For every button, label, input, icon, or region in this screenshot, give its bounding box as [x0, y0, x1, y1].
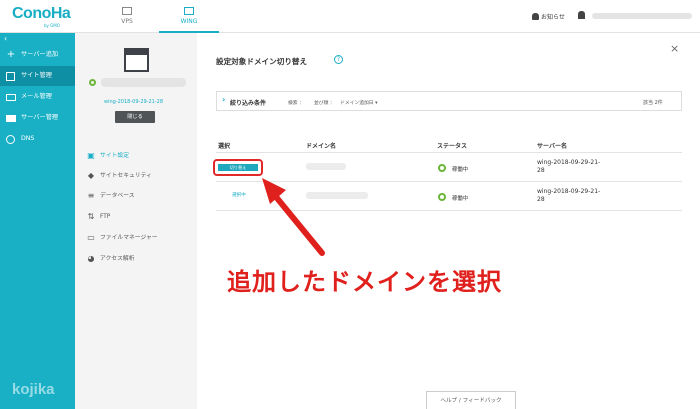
- notice-button[interactable]: お知らせ: [532, 12, 565, 21]
- user-name-redacted: [592, 13, 692, 19]
- table-divider: [216, 152, 682, 153]
- column-header-domain: ドメイン名: [306, 143, 337, 150]
- sidebar-item-label: DNS: [21, 135, 35, 142]
- menu-access-analytics[interactable]: ◕ アクセス解析: [87, 253, 135, 265]
- sidebar-item-dns[interactable]: DNS: [0, 129, 75, 149]
- server-name-cell: wing-2018-09-29-21-28: [537, 188, 601, 203]
- pie-chart-icon: ◕: [87, 254, 95, 263]
- database-icon: ≡: [87, 191, 95, 200]
- sidebar: ‹ + サーバー追加 サイト管理 メール管理 サーバー管理 DNS kojika: [0, 33, 75, 409]
- menu-file-manager[interactable]: ▭ ファイルマネージャー: [87, 232, 158, 244]
- bell-icon: [532, 13, 539, 20]
- server-icon: [6, 115, 16, 122]
- watermark: kojika: [12, 381, 55, 398]
- domain-name-redacted: [306, 192, 368, 199]
- sidebar-item-mail[interactable]: メール管理: [0, 87, 75, 107]
- column-header-select: 選択: [218, 143, 231, 150]
- sort-select[interactable]: ドメイン追加日 ▾: [340, 99, 378, 106]
- status-text: 稼働中: [452, 196, 469, 202]
- sidebar-item-label: サーバー管理: [21, 114, 59, 121]
- folder-icon: ▭: [87, 233, 95, 242]
- wing-icon: [184, 7, 194, 15]
- user-icon: [578, 11, 585, 19]
- transfer-icon: ⇅: [87, 212, 95, 221]
- column-header-status: ステータス: [437, 143, 468, 150]
- menu-site-settings[interactable]: ▣ サイト設定: [87, 150, 129, 162]
- notice-label: お知らせ: [541, 14, 565, 21]
- close-icon[interactable]: ×: [670, 42, 679, 55]
- site-thumbnail: [124, 48, 149, 72]
- site-name-redacted: [101, 78, 186, 87]
- sidebar-item-add-server[interactable]: + サーバー追加: [0, 45, 75, 65]
- settings-icon: ▣: [87, 151, 95, 160]
- site-icon: [6, 72, 15, 81]
- user-menu[interactable]: [578, 11, 694, 21]
- mail-icon: [6, 94, 16, 101]
- top-bar: ConoHa by GMO VPS WING お知らせ: [0, 0, 700, 33]
- annotation-text: 追加したドメインを選択: [227, 268, 502, 296]
- site-status-icon: [89, 79, 96, 86]
- plus-icon: +: [6, 49, 16, 60]
- sidebar-item-site[interactable]: サイト管理: [0, 66, 75, 86]
- sidebar-item-label: メール管理: [21, 93, 52, 100]
- menu-database[interactable]: ≡ データベース: [87, 190, 135, 202]
- sidebar-item-label: サイト管理: [21, 72, 52, 79]
- switch-button-label: 切り替え: [218, 164, 258, 171]
- filter-label: 絞り込み条件: [230, 100, 267, 107]
- menu-label: FTP: [100, 214, 111, 220]
- help-feedback-button[interactable]: ヘルプ / フィードバック: [426, 391, 516, 409]
- tab-vps-label: VPS: [121, 18, 133, 25]
- filter-sort-label: 並び順 ：: [314, 101, 335, 106]
- tab-vps[interactable]: VPS: [97, 0, 157, 33]
- page-title: 設定対象ドメイン切り替え: [216, 57, 308, 66]
- tab-wing[interactable]: WING: [159, 0, 219, 33]
- selected-label: 選択中: [232, 193, 246, 198]
- collapse-sidebar-icon[interactable]: ‹: [4, 34, 7, 43]
- sidebar-item-server[interactable]: サーバー管理: [0, 108, 75, 128]
- tab-wing-label: WING: [180, 18, 198, 25]
- status-ok-icon: [438, 193, 446, 201]
- status-ok-icon: [438, 164, 446, 172]
- menu-label: サイト設定: [100, 153, 129, 159]
- filter-bar[interactable]: › 絞り込み条件 検索 ： 並び順 ： ドメイン追加日 ▾ 該当 2件: [216, 91, 682, 111]
- logo-sub: by GMO: [44, 23, 60, 28]
- table-divider: [216, 210, 682, 211]
- close-panel-button[interactable]: 閉じる: [115, 111, 155, 123]
- status-text: 稼働中: [452, 167, 469, 173]
- vps-icon: [122, 7, 132, 15]
- sidebar-item-label: サーバー追加: [21, 51, 59, 58]
- column-header-server: サーバー名: [537, 143, 567, 150]
- shield-icon: ◆: [87, 171, 95, 180]
- menu-label: アクセス解析: [100, 256, 135, 262]
- result-count: 該当 2件: [643, 100, 663, 106]
- filter-search-label: 検索 ：: [288, 101, 304, 106]
- table-divider: [216, 181, 682, 182]
- menu-site-security[interactable]: ◆ サイトセキュリティ: [87, 170, 152, 182]
- conoha-logo[interactable]: ConoHa: [12, 5, 71, 23]
- switch-domain-button[interactable]: 切り替え: [213, 159, 263, 176]
- site-server-name: wing-2018-09-29-21-28: [104, 99, 164, 105]
- menu-label: ファイルマネージャー: [100, 235, 158, 241]
- menu-ftp[interactable]: ⇅ FTP: [87, 211, 111, 223]
- menu-label: サイトセキュリティ: [100, 173, 152, 179]
- chevron-right-icon: ›: [222, 95, 226, 104]
- menu-label: データベース: [100, 193, 135, 199]
- help-icon[interactable]: ?: [334, 55, 343, 64]
- domain-name-redacted: [306, 163, 346, 170]
- server-name-cell: wing-2018-09-29-21-28: [537, 159, 601, 174]
- globe-icon: [6, 135, 15, 144]
